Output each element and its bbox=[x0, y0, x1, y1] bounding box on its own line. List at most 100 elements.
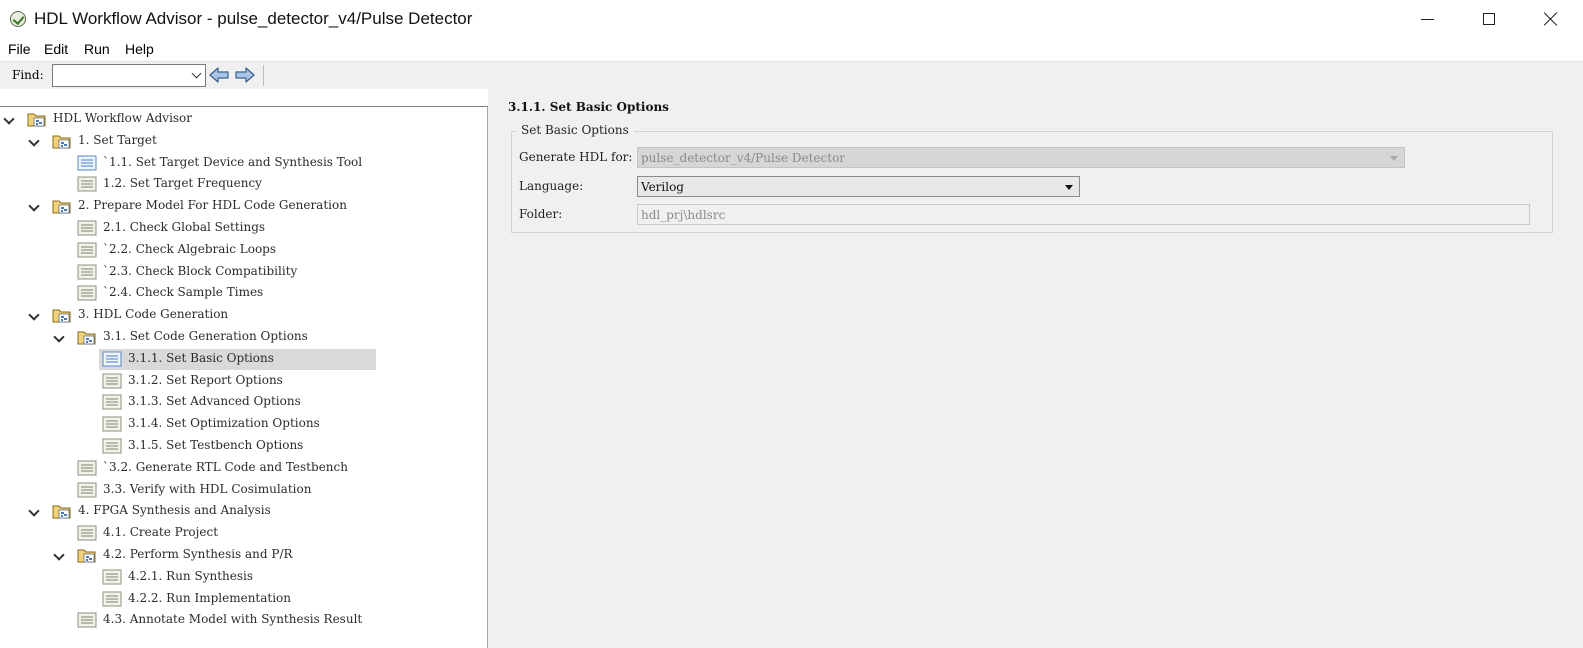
task-folder-icon bbox=[27, 111, 47, 127]
window-title: HDL Workflow Advisor - pulse_detector_v4… bbox=[34, 9, 473, 28]
tree-item[interactable]: 3.1.3. Set Advanced Options bbox=[0, 392, 487, 413]
task-tree[interactable]: HDL Workflow Advisor 1. Set Target `1.1. S… bbox=[0, 106, 488, 648]
expand-chevron-icon[interactable] bbox=[28, 135, 40, 147]
back-arrow-icon[interactable] bbox=[208, 66, 230, 84]
menu-help[interactable]: Help bbox=[125, 41, 154, 57]
tree-item-label: 1. Set Target bbox=[78, 132, 157, 147]
menu-run[interactable]: Run bbox=[84, 41, 110, 57]
task-folder-icon bbox=[52, 307, 72, 323]
tree-item-label: 4.3. Annotate Model with Synthesis Resul… bbox=[103, 612, 363, 627]
panel-title: 3.1.1. Set Basic Options bbox=[508, 100, 669, 114]
tree-item[interactable]: 1.2. Set Target Frequency bbox=[0, 174, 487, 195]
app-check-icon bbox=[10, 11, 26, 27]
tree-item[interactable]: 2. Prepare Model For HDL Code Generation bbox=[0, 196, 487, 217]
language-dropdown[interactable]: Verilog bbox=[637, 176, 1080, 197]
close-icon bbox=[1544, 12, 1558, 26]
close-button[interactable] bbox=[1522, 0, 1580, 38]
tree-item-label: 2. Prepare Model For HDL Code Generation bbox=[78, 198, 347, 213]
tree-item[interactable]: 3.1.4. Set Optimization Options bbox=[0, 414, 487, 435]
tree-item[interactable]: `2.4. Check Sample Times bbox=[0, 283, 487, 304]
task-list-icon bbox=[102, 569, 122, 585]
group-title: Set Basic Options bbox=[516, 123, 634, 137]
expand-chevron-icon[interactable] bbox=[28, 505, 40, 518]
tree-item[interactable]: `3.2. Generate RTL Code and Testbench bbox=[0, 458, 487, 479]
expand-chevron-icon[interactable] bbox=[28, 309, 40, 321]
task-folder-icon bbox=[52, 133, 72, 149]
tree-item[interactable]: 4.2.2. Run Implementation bbox=[0, 589, 487, 610]
generate-hdl-value: pulse_detector_v4/Pulse Detector bbox=[641, 151, 846, 165]
task-list-icon bbox=[77, 285, 97, 301]
task-folder-icon bbox=[77, 329, 97, 345]
tree-item-label: 3.1. Set Code Generation Options bbox=[103, 329, 308, 343]
task-list-icon bbox=[77, 242, 97, 258]
task-list-icon bbox=[102, 591, 122, 607]
tree-item[interactable]: 1. Set Target bbox=[0, 131, 487, 152]
tree-item[interactable]: 4.2. Perform Synthesis and P/R bbox=[0, 545, 487, 566]
dropdown-arrow-icon bbox=[1065, 185, 1073, 190]
expand-chevron-icon[interactable] bbox=[53, 549, 65, 561]
tree-item[interactable]: 4.1. Create Project bbox=[0, 523, 487, 544]
tree-item[interactable]: 2.1. Check Global Settings bbox=[0, 218, 487, 239]
tree-item[interactable]: 3.1.2. Set Report Options bbox=[0, 371, 487, 392]
minimize-button[interactable] bbox=[1398, 0, 1456, 38]
task-list-icon bbox=[77, 482, 97, 498]
minimize-icon bbox=[1420, 18, 1434, 20]
forward-arrow-icon[interactable] bbox=[234, 66, 256, 84]
tree-item[interactable]: `2.3. Check Block Compatibility bbox=[0, 262, 487, 283]
tree-item[interactable]: 3.1.5. Set Testbench Options bbox=[0, 436, 487, 457]
task-list-icon bbox=[77, 176, 97, 192]
expand-chevron-icon[interactable] bbox=[28, 200, 40, 212]
expand-chevron-icon[interactable] bbox=[53, 331, 65, 343]
menu-file[interactable]: File bbox=[8, 41, 31, 57]
tree-item[interactable]: 4.2.1. Run Synthesis bbox=[0, 567, 487, 588]
tree-item-label: 4.2. Perform Synthesis and P/R bbox=[103, 547, 293, 561]
find-input[interactable] bbox=[52, 64, 206, 87]
task-folder-icon bbox=[77, 547, 97, 563]
tree-item[interactable]: 3.3. Verify with HDL Cosimulation bbox=[0, 480, 487, 501]
tree-item[interactable]: 3.1. Set Code Generation Options bbox=[0, 327, 487, 348]
tree-item-label: 3.1.5. Set Testbench Options bbox=[128, 438, 304, 452]
tree-item-label: 4.1. Create Project bbox=[103, 525, 219, 540]
tree-item[interactable]: 3. HDL Code Generation bbox=[0, 305, 487, 326]
toolbar-separator bbox=[263, 65, 264, 86]
tree-item-label: 3.1.3. Set Advanced Options bbox=[128, 394, 301, 409]
menu-edit[interactable]: Edit bbox=[44, 41, 68, 57]
task-list-icon bbox=[77, 612, 97, 628]
tree-item-label: `1.1. Set Target Device and Synthesis To… bbox=[103, 154, 363, 169]
folder-field[interactable]: hdl_prj\hdlsrc bbox=[637, 204, 1530, 225]
tree-item[interactable]: HDL Workflow Advisor bbox=[0, 109, 487, 130]
generate-hdl-dropdown[interactable]: pulse_detector_v4/Pulse Detector bbox=[637, 147, 1405, 168]
find-label: Find: bbox=[12, 68, 44, 82]
tree-item-label: `2.3. Check Block Compatibility bbox=[103, 263, 298, 278]
tree-item-label: 3. HDL Code Generation bbox=[78, 307, 229, 322]
tree-item-label: `3.2. Generate RTL Code and Testbench bbox=[103, 459, 348, 474]
language-value: Verilog bbox=[641, 180, 684, 194]
tree-item[interactable]: 4. FPGA Synthesis and Analysis bbox=[0, 501, 487, 522]
task-list-icon bbox=[102, 373, 122, 389]
tree-item-label: HDL Workflow Advisor bbox=[53, 111, 193, 125]
expand-chevron-icon[interactable] bbox=[3, 113, 15, 125]
dropdown-arrow-icon bbox=[1390, 156, 1398, 161]
tree-item-label: 1.2. Set Target Frequency bbox=[103, 176, 262, 191]
tree-item[interactable]: 4.3. Annotate Model with Synthesis Resul… bbox=[0, 610, 487, 631]
toolbar: Find: bbox=[0, 61, 1583, 89]
task-list-icon bbox=[77, 264, 97, 280]
tree-item-label: 4.2.2. Run Implementation bbox=[128, 590, 292, 605]
tree-item-label: `2.4. Check Sample Times bbox=[103, 285, 264, 300]
tree-item[interactable]: `2.2. Check Algebraic Loops bbox=[0, 240, 487, 261]
tree-item-label: 2.1. Check Global Settings bbox=[103, 220, 266, 234]
task-folder-icon bbox=[52, 198, 72, 214]
tree-item-label: 3.1.2. Set Report Options bbox=[128, 372, 283, 387]
tree-item[interactable]: 3.1.1. Set Basic Options bbox=[0, 348, 487, 370]
task-list-icon bbox=[102, 438, 122, 454]
tree-item[interactable]: `1.1. Set Target Device and Synthesis To… bbox=[0, 153, 487, 174]
maximize-button[interactable] bbox=[1460, 0, 1518, 38]
task-folder-icon bbox=[52, 503, 72, 519]
task-list-icon bbox=[102, 394, 122, 410]
maximize-icon bbox=[1483, 13, 1495, 25]
folder-value: hdl_prj\hdlsrc bbox=[641, 208, 726, 222]
task-list-icon bbox=[102, 416, 122, 432]
menu-bar: File Edit Run Help bbox=[0, 38, 1583, 60]
chevron-down-icon bbox=[191, 68, 202, 79]
tree-item-label: `2.2. Check Algebraic Loops bbox=[103, 241, 277, 256]
